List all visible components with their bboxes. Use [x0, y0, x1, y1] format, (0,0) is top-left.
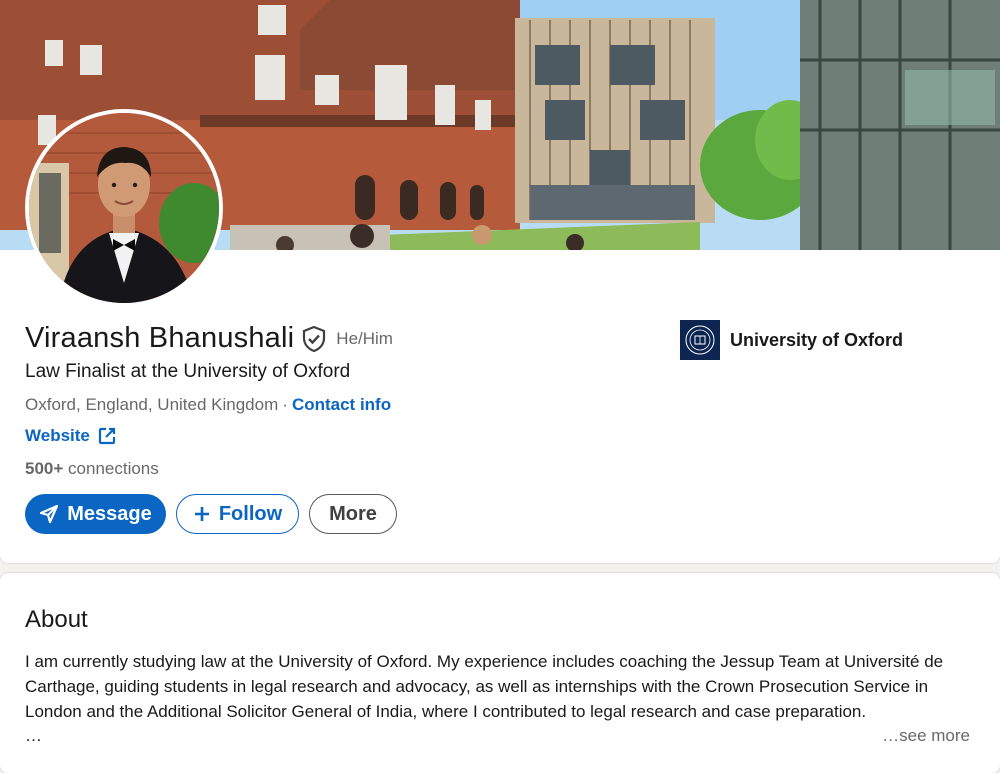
contact-info-link[interactable]: Contact info: [292, 395, 391, 414]
more-label: More: [329, 502, 377, 525]
separator: ·: [282, 395, 288, 414]
connections-count[interactable]: 500+ connections: [25, 459, 159, 479]
profile-name: Viraansh Bhanushali: [25, 322, 295, 354]
location: Oxford, England, United Kingdom: [25, 395, 279, 414]
follow-label: Follow: [218, 502, 283, 525]
about-title: About: [25, 606, 88, 633]
location-row: Oxford, England, United Kingdom · Contact …: [25, 395, 391, 415]
connections-number: 500+: [25, 459, 64, 478]
message-label: Message: [67, 502, 152, 525]
website-row[interactable]: Website: [25, 426, 116, 446]
message-button[interactable]: Message: [25, 494, 166, 534]
external-link-icon: [98, 427, 115, 445]
headline: Law Finalist at the University of Oxford: [25, 361, 351, 382]
school-name: University of Oxford: [730, 329, 904, 350]
oxford-crest-icon: [680, 320, 720, 360]
website-link[interactable]: Website: [25, 426, 90, 446]
follow-button[interactable]: Follow: [176, 494, 299, 534]
about-ellipsis: …: [25, 726, 42, 745]
name-row: Viraansh Bhanushali He/Him: [25, 322, 393, 355]
avatar-image: [29, 113, 219, 303]
about-text: I am currently studying law at the Unive…: [25, 652, 944, 721]
profile-photo[interactable]: [25, 109, 223, 307]
pronouns: He/Him: [336, 328, 393, 348]
see-more-button[interactable]: …see more: [882, 726, 970, 746]
send-icon: [39, 504, 59, 524]
plus-icon: [193, 505, 211, 523]
profile-card: Viraansh Bhanushali He/Him Law Finalist …: [0, 0, 1000, 563]
verified-shield-icon[interactable]: [302, 325, 326, 352]
about-section: About I am currently studying law at the…: [0, 573, 1000, 773]
education-link[interactable]: University of Oxford: [680, 320, 903, 360]
more-button[interactable]: More: [309, 494, 397, 534]
connections-label: connections: [68, 459, 159, 478]
